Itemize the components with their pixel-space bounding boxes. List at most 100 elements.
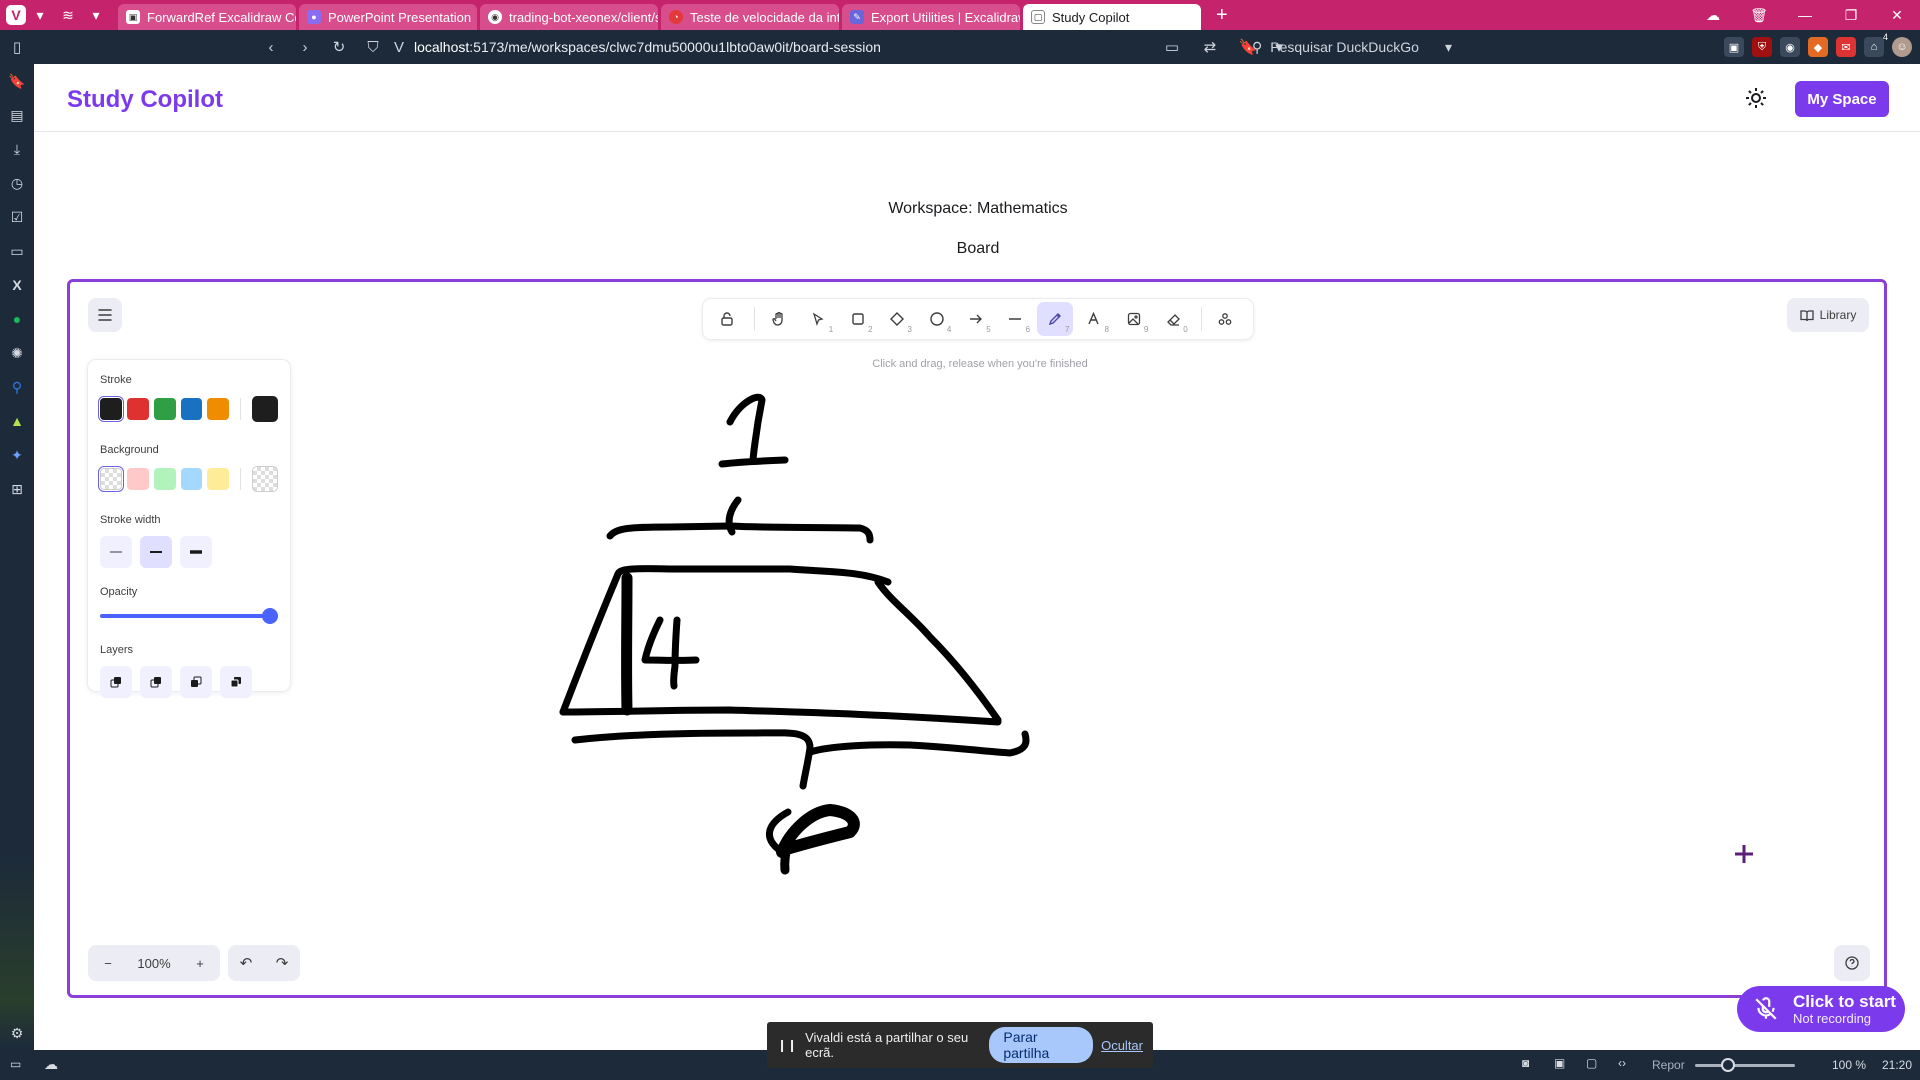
hide-share-bar-link[interactable]: Ocultar xyxy=(1101,1038,1143,1053)
background-color-pink[interactable] xyxy=(126,468,149,490)
stroke-color-blue[interactable] xyxy=(180,398,203,420)
tool-text[interactable]: 8 xyxy=(1077,302,1112,336)
panel-toggle-icon[interactable]: ▭ xyxy=(10,1057,21,1071)
back-icon[interactable]: ‹ xyxy=(254,30,288,64)
page-zoom-slider[interactable] xyxy=(1695,1058,1795,1072)
theme-toggle-icon[interactable] xyxy=(1744,86,1768,110)
search-icon[interactable]: ⚲ xyxy=(0,370,34,404)
stroke-width-bold[interactable] xyxy=(140,536,172,568)
browser-tab[interactable]: ✎ Export Utilities | Excalidraw xyxy=(842,4,1020,30)
bring-to-front-button[interactable] xyxy=(220,666,252,698)
image-extension-icon[interactable]: ▣ xyxy=(1724,37,1744,57)
main-menu-button[interactable] xyxy=(88,298,122,332)
tab-stack-icon[interactable]: ≋ xyxy=(54,0,82,30)
browser-tab[interactable]: ◉ trading-bot-xeonex/client/s xyxy=(480,4,658,30)
translate-icon[interactable]: ⇄ xyxy=(1193,34,1227,60)
camera-icon[interactable]: ▭ xyxy=(1155,34,1189,60)
background-color-green[interactable] xyxy=(153,468,176,490)
tool-rectangle[interactable]: 2 xyxy=(840,302,875,336)
zoom-level[interactable]: 100% xyxy=(126,951,182,975)
settings-icon[interactable]: ⚙ xyxy=(0,1016,34,1050)
browser-tab[interactable]: ▣ ForwardRef Excalidraw Com xyxy=(118,4,296,30)
excalidraw-board[interactable]: 1 2 3 4 5 6 7 8 9 0 Click and drag, rele… xyxy=(67,279,1887,998)
page-tiling-icon[interactable]: ▢ xyxy=(1586,1056,1597,1070)
profile-avatar[interactable]: ☺ xyxy=(1892,37,1912,57)
tool-line[interactable]: 6 xyxy=(998,302,1033,336)
help-button[interactable] xyxy=(1834,945,1870,981)
android-icon[interactable]: ▲ xyxy=(0,404,34,438)
chevron-down-icon[interactable]: ▾ xyxy=(1445,39,1452,56)
opacity-slider[interactable] xyxy=(100,608,278,624)
forward-icon[interactable]: › xyxy=(288,30,322,64)
reading-list-icon[interactable]: ▤ xyxy=(0,98,34,132)
zoom-out-button[interactable]: − xyxy=(96,951,120,975)
cloud-icon[interactable]: ☁ xyxy=(1690,0,1736,30)
spotify-icon[interactable]: ● xyxy=(0,302,34,336)
capture-icon[interactable]: ◙ xyxy=(1522,1056,1529,1070)
tool-hand[interactable] xyxy=(761,302,796,336)
downloads-icon[interactable]: ⤓ xyxy=(0,132,34,166)
browser-tab-active[interactable]: ▢ Study Copilot xyxy=(1023,4,1201,30)
recording-button[interactable]: Click to start Not recording xyxy=(1737,986,1905,1032)
tool-eraser[interactable]: 0 xyxy=(1155,302,1190,336)
page-zoom-thumb[interactable] xyxy=(1721,1058,1735,1072)
stroke-color-black[interactable] xyxy=(100,398,122,420)
reload-icon[interactable]: ↻ xyxy=(322,30,356,64)
reset-zoom-button[interactable]: Repor xyxy=(1652,1058,1685,1072)
tool-image[interactable]: 9 xyxy=(1116,302,1151,336)
stop-sharing-button[interactable]: Parar partilha xyxy=(989,1027,1094,1063)
undo-icon[interactable]: ↶ xyxy=(240,954,253,972)
url-field[interactable]: localhost:5173/me/workspaces/clwc7dmu500… xyxy=(414,39,881,55)
browser-tab[interactable]: ◔ Teste de velocidade da inte xyxy=(661,4,839,30)
background-color-yellow[interactable] xyxy=(207,468,230,490)
browser-tab[interactable]: ● PowerPoint Presentation xyxy=(299,4,477,30)
tool-extra[interactable] xyxy=(1208,302,1243,336)
tool-ellipse[interactable]: 4 xyxy=(919,302,954,336)
extension-fox-icon[interactable]: ◆ xyxy=(1808,37,1828,57)
sync-cloud-icon[interactable]: ☁ xyxy=(44,1056,58,1073)
ublock-icon[interactable]: ⛨ xyxy=(1752,37,1772,57)
background-color-current[interactable] xyxy=(252,466,278,492)
new-tab-icon[interactable]: + xyxy=(1216,4,1228,27)
my-space-button[interactable]: My Space xyxy=(1795,81,1889,117)
history-icon[interactable]: ◷ xyxy=(0,166,34,200)
redo-icon[interactable]: ↷ xyxy=(276,954,289,972)
stroke-color-current[interactable] xyxy=(252,396,279,422)
tool-lock[interactable] xyxy=(709,302,744,336)
library-button[interactable]: Library xyxy=(1787,298,1869,332)
freehand-drawing[interactable] xyxy=(70,282,1887,998)
panel-toggle-icon[interactable]: ▯ xyxy=(0,30,34,64)
stroke-width-extra-bold[interactable] xyxy=(180,536,212,568)
zoom-in-button[interactable]: + xyxy=(188,951,212,975)
tool-pencil[interactable]: 7 xyxy=(1037,302,1073,336)
app-title[interactable]: Study Copilot xyxy=(67,86,223,114)
bring-forward-button[interactable] xyxy=(180,666,212,698)
minimize-icon[interactable]: — xyxy=(1782,0,1828,30)
stroke-color-orange[interactable] xyxy=(207,398,230,420)
vivaldi-menu-icon[interactable]: V xyxy=(6,5,26,25)
x-icon[interactable]: X xyxy=(0,268,34,302)
add-panel-icon[interactable]: ⊞ xyxy=(0,472,34,506)
devtools-icon[interactable]: ‹› xyxy=(1618,1056,1626,1070)
image-toggle-icon[interactable]: ▣ xyxy=(1554,1056,1565,1070)
stroke-color-red[interactable] xyxy=(126,398,149,420)
gemini-icon[interactable]: ✦ xyxy=(0,438,34,472)
chevron-down-icon[interactable]: ▾ xyxy=(82,0,110,30)
search-input[interactable]: ⚲ Pesquisar DuckDuckGo ▾ xyxy=(1252,34,1452,60)
bookmarks-icon[interactable]: 🔖 xyxy=(0,64,34,98)
background-color-transparent[interactable] xyxy=(100,468,122,490)
tool-selection[interactable]: 1 xyxy=(801,302,836,336)
shield-icon[interactable]: ⛉ xyxy=(356,30,390,64)
send-to-back-button[interactable] xyxy=(100,666,132,698)
background-color-blue[interactable] xyxy=(180,468,203,490)
chevron-down-icon[interactable]: ▾ xyxy=(26,0,54,30)
opacity-slider-thumb[interactable] xyxy=(262,608,278,624)
openai-icon[interactable]: ✺ xyxy=(0,336,34,370)
stroke-width-thin[interactable] xyxy=(100,536,132,568)
stroke-color-green[interactable] xyxy=(153,398,176,420)
restore-icon[interactable]: ❐ xyxy=(1828,0,1874,30)
screenshot-icon[interactable]: ◉ xyxy=(1780,37,1800,57)
close-icon[interactable]: ✕ xyxy=(1874,0,1920,30)
extensions-icon[interactable]: ⌂ 4 xyxy=(1864,32,1888,57)
gmail-icon[interactable]: ✉ xyxy=(1836,37,1856,57)
